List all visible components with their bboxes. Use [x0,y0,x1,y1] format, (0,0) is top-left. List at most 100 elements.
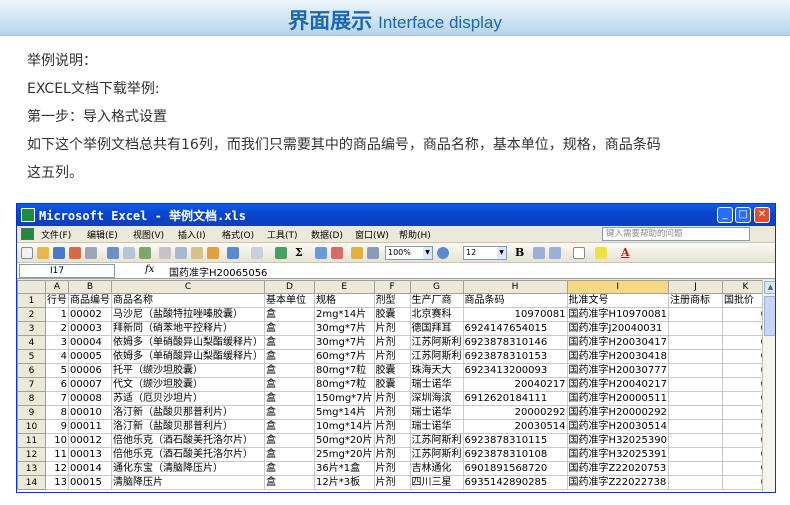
cell[interactable]: 盒 [264,321,315,336]
cell[interactable]: 00008 [68,391,112,406]
cell[interactable]: 00005 [68,349,112,364]
cell[interactable]: 80mg*7粒 [314,363,375,378]
column-header[interactable]: D [264,280,315,294]
cell[interactable]: 江苏阿斯利 [409,349,464,364]
scroll-up-icon[interactable]: ▲ [764,281,775,294]
cell[interactable]: 片剂 [373,475,411,490]
cell[interactable]: 6901891568720 [462,461,568,476]
cell[interactable]: 盒 [264,461,315,476]
cell[interactable]: 12片*3板 [314,475,375,490]
cut-icon[interactable] [159,247,171,259]
undo-icon[interactable] [227,247,239,259]
cell[interactable]: 苏适（厄贝沙坦片） [111,391,265,406]
cell[interactable] [667,447,723,462]
cell[interactable]: 80mg*7粒 [314,377,375,392]
cell[interactable]: 60mg*7片 [314,349,375,364]
column-header[interactable]: B [68,280,112,294]
cell[interactable] [667,377,723,392]
cell[interactable]: 珠海天大 [409,363,464,378]
menu-window[interactable]: 窗口(W) [355,228,389,241]
cell[interactable] [667,391,723,406]
cell[interactable] [667,461,723,476]
cell[interactable]: 30mg*7片 [314,321,375,336]
column-header[interactable]: C [111,280,265,294]
cell[interactable]: 00014 [68,461,112,476]
cell[interactable]: 国药准字Z22022738 [566,475,669,490]
cell[interactable]: 00002 [68,307,112,322]
cell[interactable] [667,433,723,448]
cell[interactable]: 9 [45,419,69,434]
menu-format[interactable]: 格式(O) [222,228,254,241]
row-header[interactable]: 11 [17,433,46,448]
drawing-icon[interactable] [367,247,379,259]
cell[interactable] [667,475,723,490]
cell[interactable]: 13 [45,475,69,490]
cell[interactable]: 片剂 [373,419,411,434]
cell[interactable]: 6923878310108 [462,447,568,462]
cell[interactable]: 00006 [68,363,112,378]
cell[interactable]: 行号 [45,293,69,308]
cell[interactable]: 吉林通化 [409,461,464,476]
workbook-icon[interactable] [21,228,34,240]
cell[interactable]: 注册商标 [667,293,723,308]
cell[interactable]: 6923878310146 [462,335,568,350]
chart-wizard-icon[interactable] [351,247,363,259]
vertical-scrollbar[interactable]: ▲ [762,280,775,492]
cell[interactable]: 6 [45,377,69,392]
spelling-icon[interactable] [139,247,151,259]
cell[interactable] [667,307,723,322]
new-icon[interactable] [21,247,33,259]
cell[interactable]: 托平（缬沙坦胶囊） [111,363,265,378]
cell[interactable] [667,335,723,350]
cell[interactable]: 商品名称 [111,293,265,308]
cell[interactable]: 00010 [68,405,112,420]
fx-icon[interactable]: fx [145,264,154,275]
help-search-input[interactable]: 键入需要帮助的问题 [602,227,750,241]
cell[interactable]: 国药准字Z22020753 [566,461,669,476]
cell[interactable]: 江苏阿斯利 [409,447,464,462]
cell[interactable]: 00003 [68,321,112,336]
copy-icon[interactable] [175,247,187,259]
menu-file[interactable]: 文件(F) [41,228,71,241]
cell[interactable]: 00015 [68,475,112,490]
cell[interactable]: 清脑降压片 [111,475,265,490]
cell[interactable]: 6912620184111 [462,391,568,406]
row-header[interactable]: 13 [17,461,46,476]
cell[interactable]: 瑞士诺华 [409,419,464,434]
cell[interactable] [667,349,723,364]
cell[interactable]: 国药准字H20030514 [566,419,669,434]
cell[interactable]: 国药准字H20040217 [566,377,669,392]
cell[interactable]: 5 [45,363,69,378]
cell[interactable]: 剂型 [373,293,411,308]
paste-icon[interactable] [191,247,203,259]
close-button[interactable]: ✕ [754,207,770,223]
cell[interactable]: 盒 [264,363,315,378]
cell[interactable]: 50mg*20片 [314,433,375,448]
cell[interactable]: 盒 [264,307,315,322]
cell[interactable]: 江苏阿斯利 [409,433,464,448]
cell[interactable]: 德国拜耳 [409,321,464,336]
cell[interactable]: 30mg*7片 [314,335,375,350]
row-header[interactable]: 14 [17,475,46,490]
cell[interactable]: 6924147654015 [462,321,568,336]
cell[interactable]: 片剂 [373,391,411,406]
bold-icon[interactable]: B [515,246,524,259]
cell[interactable]: 00012 [68,433,112,448]
cell[interactable]: 生产厂商 [409,293,464,308]
permission-icon[interactable] [69,247,81,259]
menu-data[interactable]: 数据(D) [311,228,343,241]
cell[interactable]: 1 [45,307,69,322]
print-icon[interactable] [107,247,119,259]
cell[interactable]: 国药准字H20030418 [566,349,669,364]
hyperlink-icon[interactable] [275,247,287,259]
sort-ascending-icon[interactable] [315,247,327,259]
zoom-select[interactable]: 100% ▼ [385,246,433,260]
cell[interactable]: 盒 [264,447,315,462]
cell[interactable]: 国药准字H20030417 [566,335,669,350]
row-header[interactable]: 1 [17,293,46,308]
menu-tools[interactable]: 工具(T) [267,228,298,241]
help-icon[interactable] [437,247,449,259]
cell[interactable]: 洛汀新（盐酸贝那普利片） [111,405,265,420]
cell[interactable]: 商品条码 [462,293,568,308]
column-header[interactable]: G [409,280,464,294]
